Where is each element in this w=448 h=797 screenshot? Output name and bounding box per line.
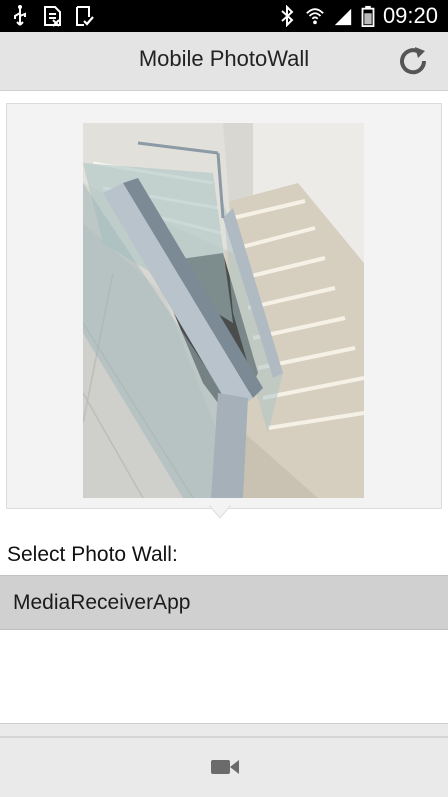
photo-preview-image <box>83 123 364 498</box>
battery-icon <box>361 5 375 27</box>
list-empty-area <box>0 630 448 725</box>
divider <box>0 736 448 738</box>
status-bar: 09:20 <box>0 0 448 32</box>
wifi-icon <box>306 8 324 25</box>
video-camera-icon[interactable] <box>210 757 240 777</box>
status-time: 09:20 <box>382 3 438 28</box>
photo-wall-list: MediaReceiverApp <box>0 575 448 725</box>
page-title: Mobile PhotoWall <box>138 46 310 71</box>
signal-icon <box>334 8 352 26</box>
refresh-icon[interactable] <box>396 44 430 78</box>
list-item-label: MediaReceiverApp <box>13 590 191 614</box>
list-item-mediareceiverapp[interactable]: MediaReceiverApp <box>0 575 448 630</box>
select-photo-wall-label: Select Photo Wall: <box>7 543 178 566</box>
usb-icon <box>14 5 26 26</box>
bottom-action-bar <box>0 723 448 797</box>
download-complete-icon <box>76 6 94 26</box>
card-pointer <box>209 505 231 519</box>
sim-card-icon <box>44 6 61 27</box>
app-header: Mobile PhotoWall <box>0 32 448 91</box>
bluetooth-icon <box>281 5 294 27</box>
